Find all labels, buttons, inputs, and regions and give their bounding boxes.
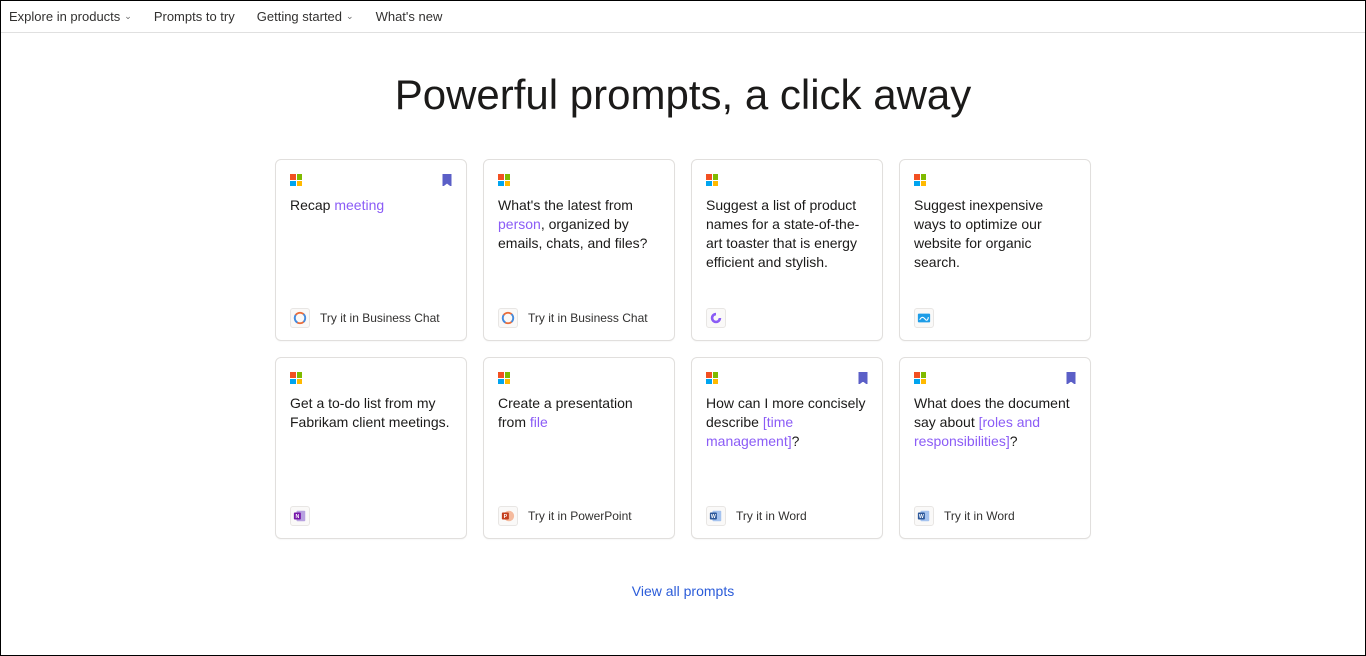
prompt-card-6[interactable]: How can I more concisely describe [time … <box>691 357 883 539</box>
prompt-card-0[interactable]: Recap meeting Try it in Business Chat <box>275 159 467 341</box>
top-nav: Explore in products ⌄ Prompts to try Gettin… <box>1 1 1365 33</box>
card-header <box>290 372 452 386</box>
prompt-card-7[interactable]: What does the document say about [roles … <box>899 357 1091 539</box>
prompt-card-5[interactable]: Create a presentation from file P Try it i… <box>483 357 675 539</box>
prompt-text-part: Suggest inexpensive ways to optimize our… <box>914 197 1043 270</box>
nav-item-2[interactable]: Getting started ⌄ <box>257 9 354 24</box>
nav-item-0[interactable]: Explore in products ⌄ <box>9 9 132 24</box>
prompt-text-part: What's the latest from <box>498 197 633 213</box>
prompt-text: Suggest inexpensive ways to optimize our… <box>914 196 1076 308</box>
card-header <box>914 174 1076 188</box>
microsoft-logo-icon <box>706 372 718 384</box>
word-icon[interactable]: W <box>914 506 934 526</box>
whiteboard-icon[interactable] <box>914 308 934 328</box>
nav-label: Getting started <box>257 9 342 24</box>
svg-text:W: W <box>711 514 716 520</box>
prompt-text: How can I more concisely describe [time … <box>706 394 868 506</box>
app-label: Try it in Business Chat <box>528 311 648 325</box>
prompt-variable: person <box>498 216 541 232</box>
main: Powerful prompts, a click away Recap mee… <box>1 33 1365 599</box>
card-footer: P Try it in PowerPoint <box>498 506 660 526</box>
card-footer: W Try it in Word <box>706 506 868 526</box>
app-label: Try it in Business Chat <box>320 311 440 325</box>
card-footer: N <box>290 506 452 526</box>
prompt-text: Create a presentation from file <box>498 394 660 506</box>
nav-item-3[interactable]: What's new <box>376 9 443 24</box>
app-label: Try it in PowerPoint <box>528 509 632 523</box>
prompt-text: What does the document say about [roles … <box>914 394 1076 506</box>
prompt-text: Recap meeting <box>290 196 452 308</box>
bizchat-icon[interactable] <box>498 308 518 328</box>
bookmark-icon[interactable] <box>442 174 452 186</box>
card-footer: W Try it in Word <box>914 506 1076 526</box>
svg-text:P: P <box>504 514 508 520</box>
card-header <box>706 174 868 188</box>
nav-item-1[interactable]: Prompts to try <box>154 9 235 24</box>
prompt-grid: Recap meeting Try it in Business Chat What… <box>275 159 1091 539</box>
bookmark-icon[interactable] <box>1066 372 1076 384</box>
microsoft-logo-icon <box>498 372 510 384</box>
nav-label: Explore in products <box>9 9 120 24</box>
prompt-text-part: ? <box>792 433 800 449</box>
powerpoint-icon[interactable]: P <box>498 506 518 526</box>
card-footer: Try it in Business Chat <box>290 308 452 328</box>
prompt-text: What's the latest from person, organized… <box>498 196 660 308</box>
microsoft-logo-icon <box>290 372 302 384</box>
view-all-link[interactable]: View all prompts <box>1 583 1365 599</box>
word-icon[interactable]: W <box>706 506 726 526</box>
prompt-card-1[interactable]: What's the latest from person, organized… <box>483 159 675 341</box>
prompt-text-part: Suggest a list of product names for a st… <box>706 197 859 270</box>
prompt-text-part: Recap <box>290 197 334 213</box>
svg-text:W: W <box>919 514 924 520</box>
prompt-text: Get a to-do list from my Fabrikam client… <box>290 394 452 506</box>
microsoft-logo-icon <box>914 174 926 186</box>
nav-label: What's new <box>376 9 443 24</box>
prompt-variable: file <box>530 414 548 430</box>
card-header <box>498 174 660 188</box>
card-footer <box>914 308 1076 328</box>
card-footer <box>706 308 868 328</box>
prompt-variable: meeting <box>334 197 384 213</box>
svg-text:N: N <box>295 514 299 520</box>
card-header <box>498 372 660 386</box>
app-label: Try it in Word <box>736 509 807 523</box>
prompt-card-4[interactable]: Get a to-do list from my Fabrikam client… <box>275 357 467 539</box>
hero-title: Powerful prompts, a click away <box>1 71 1365 119</box>
chevron-down-icon: ⌄ <box>124 11 132 22</box>
nav-label: Prompts to try <box>154 9 235 24</box>
app-label: Try it in Word <box>944 509 1015 523</box>
microsoft-logo-icon <box>706 174 718 186</box>
onenote-icon[interactable]: N <box>290 506 310 526</box>
chevron-down-icon: ⌄ <box>346 11 354 22</box>
loop-icon[interactable] <box>706 308 726 328</box>
card-header <box>706 372 868 386</box>
bookmark-icon[interactable] <box>858 372 868 384</box>
card-header <box>290 174 452 188</box>
bizchat-icon[interactable] <box>290 308 310 328</box>
prompt-card-2[interactable]: Suggest a list of product names for a st… <box>691 159 883 341</box>
card-header <box>914 372 1076 386</box>
prompt-text-part: ? <box>1010 433 1018 449</box>
microsoft-logo-icon <box>290 174 302 186</box>
prompt-card-3[interactable]: Suggest inexpensive ways to optimize our… <box>899 159 1091 341</box>
prompt-text-part: Get a to-do list from my Fabrikam client… <box>290 395 450 430</box>
card-footer: Try it in Business Chat <box>498 308 660 328</box>
prompt-text-part: Create a presentation from <box>498 395 633 430</box>
microsoft-logo-icon <box>914 372 926 384</box>
microsoft-logo-icon <box>498 174 510 186</box>
prompt-text: Suggest a list of product names for a st… <box>706 196 868 308</box>
